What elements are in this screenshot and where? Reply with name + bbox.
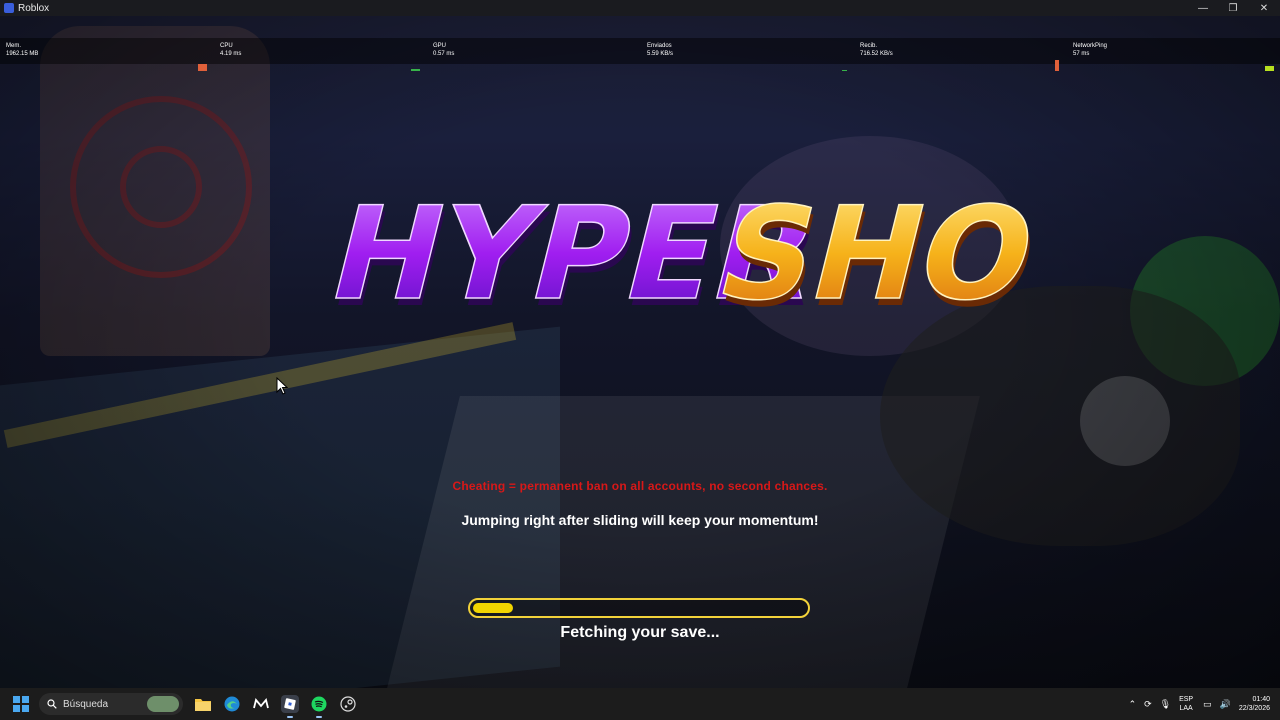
cpu-graph-icon bbox=[198, 64, 207, 71]
gpu-graph-icon bbox=[411, 69, 420, 71]
stat-mem: Mem. 1962.15 MB bbox=[6, 43, 39, 57]
stat-ping: NetworkPing 57 ms bbox=[1073, 43, 1108, 57]
stat-received: Recib. 716.52 KB/s bbox=[860, 43, 893, 57]
gameplay-tip: Jumping right after sliding will keep yo… bbox=[461, 512, 819, 528]
hypershot-logo: HYPER HYPER SHOT SHOT bbox=[300, 170, 1030, 350]
spotify-icon[interactable] bbox=[310, 695, 328, 718]
loading-progress-bar bbox=[468, 598, 810, 618]
microphone-icon[interactable]: 🎙 bbox=[1160, 699, 1171, 710]
game-viewport[interactable] bbox=[0, 16, 1280, 688]
taskbar-search[interactable]: Búsqueda bbox=[39, 693, 183, 715]
stat-cpu: CPU 4.19 ms bbox=[220, 43, 242, 57]
sync-icon[interactable]: ⟳ bbox=[1144, 699, 1152, 710]
roblox-app-icon bbox=[4, 3, 14, 13]
stat-gpu: GPU 0.57 ms bbox=[433, 43, 455, 57]
edge-icon[interactable] bbox=[223, 695, 241, 713]
roblox-icon[interactable] bbox=[281, 695, 299, 718]
received-graph-icon bbox=[842, 70, 847, 71]
epic-icon[interactable] bbox=[252, 695, 270, 713]
start-button[interactable] bbox=[13, 696, 29, 712]
system-clock[interactable]: 01:40 22/3/2026 bbox=[1239, 695, 1270, 713]
language-indicator[interactable]: ESP LAA bbox=[1179, 695, 1193, 713]
windows-taskbar: Búsqueda ⌃ ⟳ 🎙 ESP LAA ▭ 🔊 01:40 22/3/20… bbox=[0, 688, 1280, 720]
vignette-overlay bbox=[0, 16, 1280, 688]
chevron-up-icon[interactable]: ⌃ bbox=[1129, 699, 1137, 710]
loading-status: Fetching your save... bbox=[560, 624, 720, 641]
search-highlight-image bbox=[147, 696, 179, 712]
search-icon bbox=[47, 699, 57, 709]
window-title: Roblox bbox=[18, 2, 50, 14]
search-placeholder: Búsqueda bbox=[63, 698, 109, 710]
anticheat-warning: Cheating = permanent ban on all accounts… bbox=[452, 479, 828, 493]
logo-text-shot: SHOT bbox=[704, 179, 1030, 329]
performance-stats-bar: Mem. 1962.15 MB CPU 4.19 ms GPU 0.57 ms Env… bbox=[0, 38, 1280, 64]
window-titlebar: Roblox — ❐ ✕ bbox=[0, 0, 1280, 16]
system-tray: ⌃ ⟳ 🎙 ESP LAA ▭ 🔊 01:40 22/3/2026 bbox=[1129, 688, 1280, 720]
stat-sent: Enviados 5.59 KB/s bbox=[647, 43, 674, 57]
maximize-button[interactable]: ❐ bbox=[1218, 0, 1248, 16]
loading-progress-fill bbox=[473, 603, 513, 613]
network-icon[interactable]: ▭ bbox=[1203, 699, 1212, 710]
close-button[interactable]: ✕ bbox=[1248, 0, 1280, 16]
mouse-cursor-icon bbox=[276, 377, 288, 395]
minimize-button[interactable]: — bbox=[1188, 0, 1218, 16]
steam-icon[interactable] bbox=[339, 695, 357, 713]
volume-icon[interactable]: 🔊 bbox=[1220, 699, 1231, 710]
extra-graph-icon bbox=[1265, 66, 1274, 71]
file-explorer-icon[interactable] bbox=[194, 695, 212, 713]
ping-graph-icon bbox=[1055, 60, 1059, 71]
